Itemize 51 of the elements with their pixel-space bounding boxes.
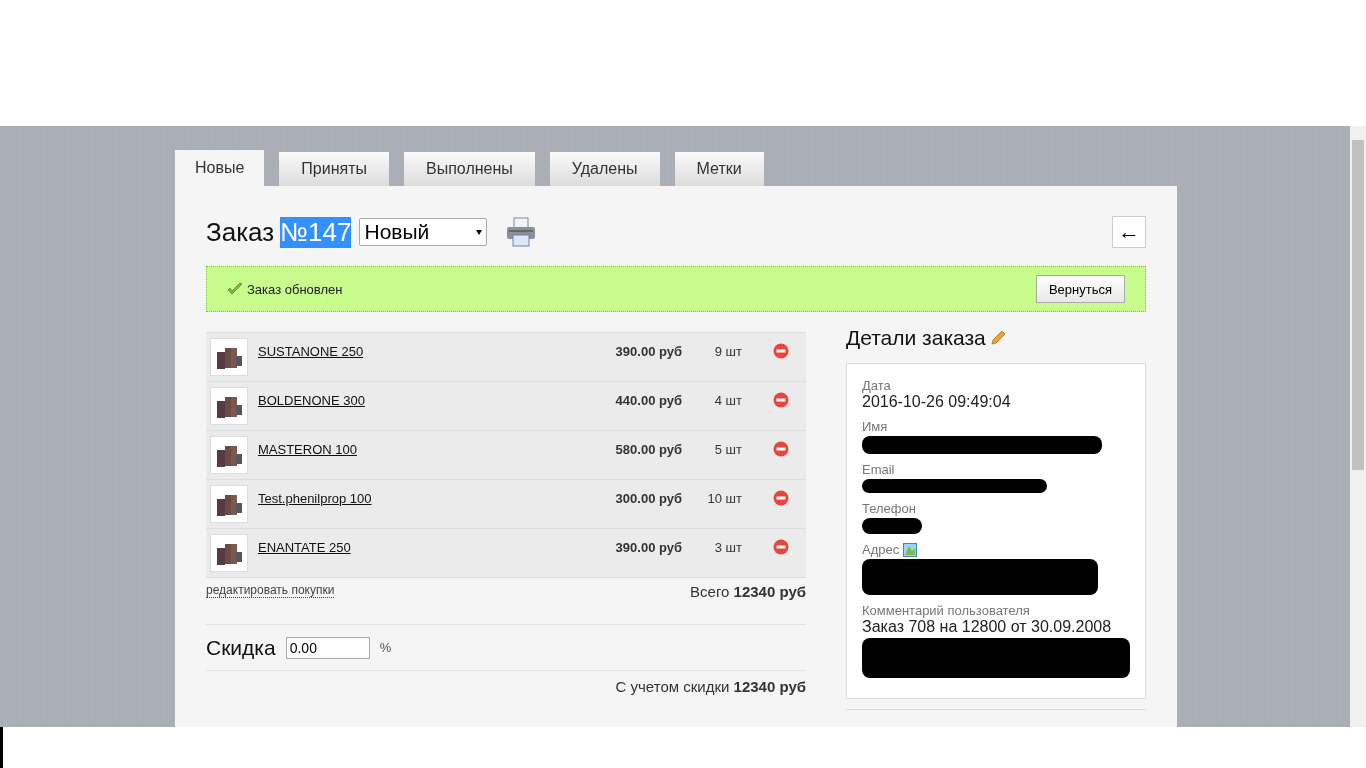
discounted-total-text: С учетом скидки 12340 руб — [615, 678, 806, 695]
percent-sign: % — [379, 640, 392, 655]
field-label: Телефон — [862, 501, 916, 516]
remove-icon[interactable] — [773, 539, 789, 555]
tab[interactable]: Метки — [674, 152, 764, 186]
product-quantity: 3 шт — [713, 540, 742, 555]
field-value: Заказ 708 на 12800 от 30.09.2008 — [862, 618, 1113, 636]
remove-icon[interactable] — [773, 490, 789, 506]
status-select[interactable]: Новый — [359, 218, 488, 246]
product-link[interactable]: BOLDENONE 300 — [258, 393, 616, 408]
product-price: 390.00 руб — [615, 344, 682, 359]
order-number: №147 — [280, 216, 352, 248]
tab[interactable]: Удалены — [549, 152, 660, 186]
field-label: Комментарий пользователя — [862, 603, 1030, 618]
notice-text: Заказ обновлен — [247, 281, 343, 297]
printer-icon[interactable] — [505, 216, 538, 248]
product-link[interactable]: ENANTATE 250 — [258, 540, 616, 555]
pencil-icon[interactable] — [989, 330, 1006, 346]
tab[interactable]: Новые — [175, 150, 265, 186]
order-title: Заказ — [206, 216, 275, 248]
field-value: 2016-10-26 09:49:04 — [862, 393, 1012, 411]
discount-label: Скидка — [206, 635, 276, 660]
edit-purchases-link[interactable]: редактировать покупки — [206, 583, 335, 598]
check-icon — [227, 282, 243, 296]
product-quantity: 9 шт — [713, 344, 742, 359]
back-button[interactable]: ← — [1112, 216, 1146, 248]
field-label: Email — [862, 462, 895, 477]
remove-icon[interactable] — [773, 343, 789, 359]
product-link[interactable]: MASTERON 100 — [258, 442, 616, 457]
discount-input[interactable]: 0.00 — [285, 636, 370, 659]
field-label: Имя — [862, 419, 888, 434]
tab[interactable]: Выполнены — [404, 152, 535, 186]
product-price: 300.00 руб — [615, 491, 682, 506]
remove-icon[interactable] — [773, 441, 789, 457]
caret-icon — [476, 229, 483, 235]
return-button[interactable]: Вернуться — [1035, 275, 1125, 303]
remove-icon[interactable] — [773, 392, 789, 408]
product-price: 390.00 руб — [615, 540, 682, 555]
scrollbar[interactable] — [1350, 126, 1366, 727]
product-price: 440.00 руб — [615, 393, 682, 408]
tab[interactable]: Приняты — [279, 152, 390, 186]
product-link[interactable]: Test.phenilprop 100 — [258, 491, 616, 506]
product-price: 580.00 руб — [615, 442, 682, 457]
details-title: Детали заказа — [846, 326, 986, 350]
field-label: Адрес — [862, 542, 900, 557]
field-label: Дата — [862, 378, 891, 393]
product-link[interactable]: SUSTANONE 250 — [258, 344, 616, 359]
product-quantity: 4 шт — [713, 393, 742, 408]
product-quantity: 10 шт — [706, 491, 742, 506]
product-quantity: 5 шт — [713, 442, 742, 457]
total-text: Всего 12340 руб — [690, 583, 806, 602]
